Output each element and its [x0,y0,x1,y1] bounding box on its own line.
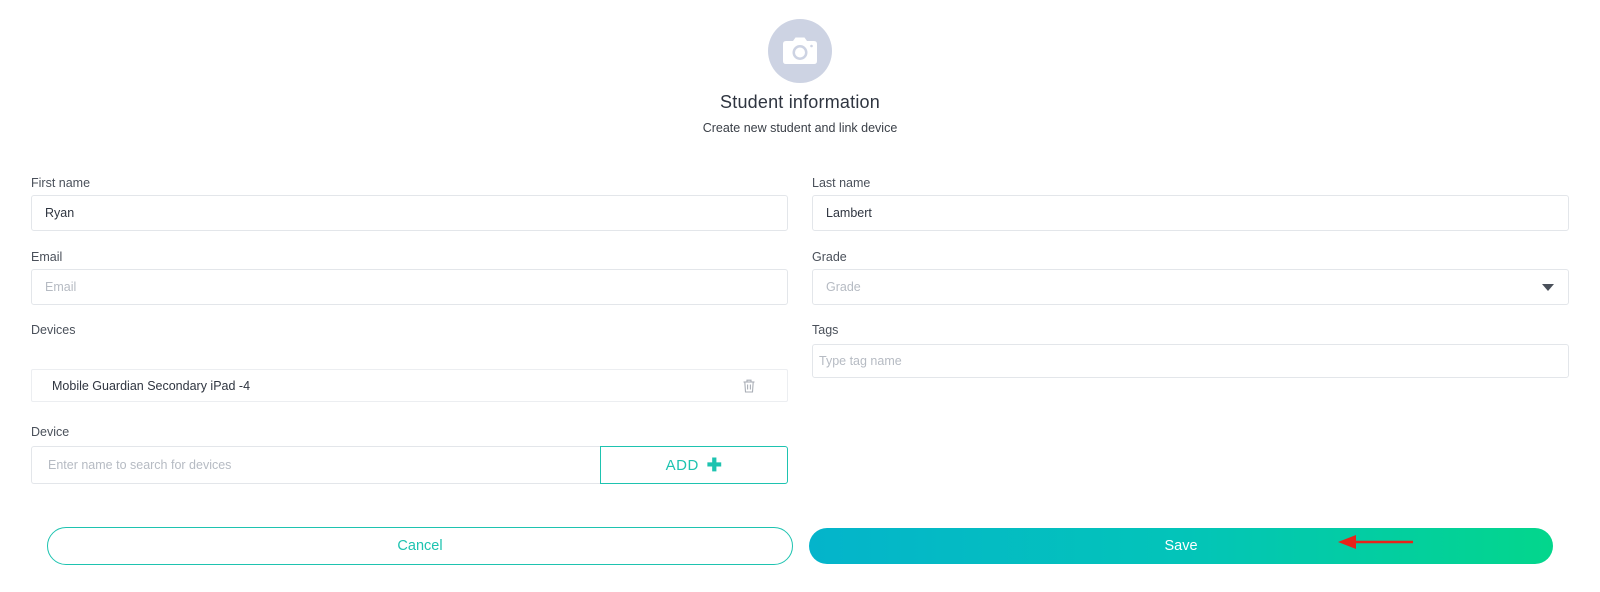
email-input[interactable] [31,269,788,305]
annotation-arrow-icon [1338,535,1413,549]
add-device-button-label: ADD [665,456,699,474]
tags-input[interactable]: Type tag name [812,344,1569,378]
tags-label: Tags [812,323,839,337]
save-button[interactable]: Save [809,528,1553,564]
save-button-label: Save [1164,538,1198,554]
email-label: Email [31,250,63,264]
page-title: Student information [720,92,880,112]
caret-down-icon [1542,283,1554,291]
trash-icon[interactable] [743,379,757,393]
last-name-label: Last name [812,176,871,190]
tags-input-placeholder: Type tag name [819,354,902,368]
photo-upload-avatar[interactable] [768,19,832,83]
grade-select[interactable]: Grade [812,269,1569,305]
first-name-input[interactable] [31,195,788,231]
device-label: Device [31,425,70,439]
grade-label: Grade [812,250,847,264]
cancel-button-label: Cancel [397,538,443,554]
first-name-label: First name [31,176,91,190]
last-name-input[interactable] [812,195,1569,231]
plus-icon: ✚ [706,455,723,475]
device-list-item: Mobile Guardian Secondary iPad -4 [31,369,788,402]
device-name: Mobile Guardian Secondary iPad -4 [52,378,251,393]
camera-icon [783,37,817,64]
cancel-button[interactable]: Cancel [47,527,793,565]
devices-label: Devices [31,323,76,337]
add-device-button[interactable]: ADD ✚ [600,446,788,484]
grade-select-placeholder: Grade [826,280,861,294]
device-search-input[interactable] [31,446,601,484]
page-subtitle: Create new student and link device [702,121,898,135]
